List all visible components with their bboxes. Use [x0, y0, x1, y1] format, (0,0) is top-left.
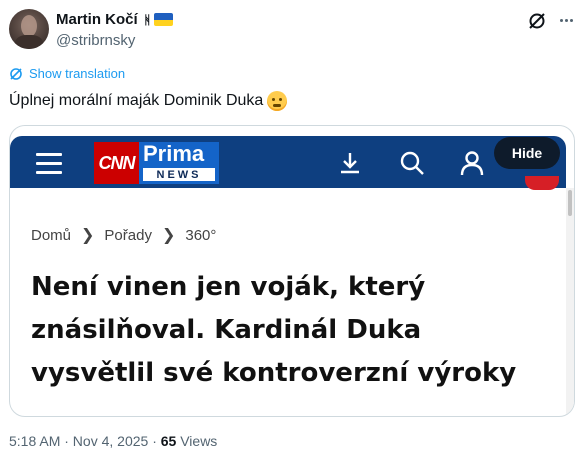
- author-name-row[interactable]: Martin Kočí ᚻ: [56, 11, 173, 28]
- news-text: NEWS: [143, 168, 215, 181]
- search-icon: [400, 151, 424, 175]
- prima-logo-part: Prima NEWS: [139, 142, 219, 184]
- translate-icon: [10, 67, 22, 80]
- chevron-right-icon: ❯: [161, 227, 176, 244]
- ukraine-flag-icon: [153, 13, 173, 26]
- headline-line: Není vinen jen voják, který: [31, 272, 426, 302]
- breadcrumb-item-360: 360°: [185, 226, 217, 244]
- link-preview-card[interactable]: CNN Prima NEWS Hide Domů ❯ Pořady ❯ 360°: [9, 125, 575, 417]
- rune-icon: ᚻ: [143, 12, 151, 27]
- breadcrumb-item-shows: Pořady: [104, 226, 152, 244]
- hide-button[interactable]: Hide: [494, 137, 560, 169]
- view-count: 65: [160, 433, 177, 449]
- breadcrumb: Domů ❯ Pořady ❯ 360°: [31, 225, 216, 245]
- tweet-text-content: Úplnej morální maják Dominik Duka: [9, 92, 264, 109]
- cnn-logo-part: CNN: [94, 142, 139, 184]
- avatar-body: [15, 35, 43, 49]
- views-label: Views: [176, 433, 218, 449]
- timestamp[interactable]: 5:18 AM · Nov 4, 2025 ·: [9, 433, 161, 449]
- author-handle[interactable]: @stribrnsky: [56, 32, 135, 49]
- more-options-icon[interactable]: [560, 19, 573, 22]
- name-badges: ᚻ: [144, 13, 173, 27]
- grok-icon[interactable]: [527, 11, 547, 31]
- chevron-right-icon: ❯: [81, 227, 95, 244]
- show-translation-link[interactable]: Show translation: [9, 66, 125, 81]
- site-navbar: CNN Prima NEWS: [10, 136, 566, 190]
- preview-scrollbar-track: [566, 188, 574, 416]
- notification-tab: [525, 176, 559, 190]
- breadcrumb-item-home: Domů: [31, 226, 72, 244]
- headline-line: vysvětlil své kontroverzní výroky: [31, 358, 517, 388]
- show-translation-label[interactable]: Show translation: [29, 66, 125, 81]
- article-headline: Není vinen jen voják, který znásilňoval.…: [31, 266, 551, 395]
- prima-text: Prima: [143, 141, 205, 166]
- tweet-meta: 5:18 AM · Nov 4, 2025 · 65 Views: [9, 433, 217, 449]
- tweet-text: Úplnej morální maják Dominik Duka: [9, 91, 288, 111]
- woozy-face-emoji-icon: [267, 91, 288, 111]
- hamburger-menu-icon: [36, 153, 62, 180]
- preview-scrollbar-thumb[interactable]: [568, 190, 572, 216]
- download-icon: [341, 153, 359, 174]
- avatar-face: [21, 15, 37, 37]
- cnn-prima-news-logo: CNN Prima NEWS: [94, 142, 219, 184]
- author-name[interactable]: Martin Kočí: [56, 11, 138, 28]
- avatar[interactable]: [9, 9, 49, 49]
- user-icon: [460, 151, 484, 176]
- headline-line: znásilňoval. Kardinál Duka: [31, 315, 422, 345]
